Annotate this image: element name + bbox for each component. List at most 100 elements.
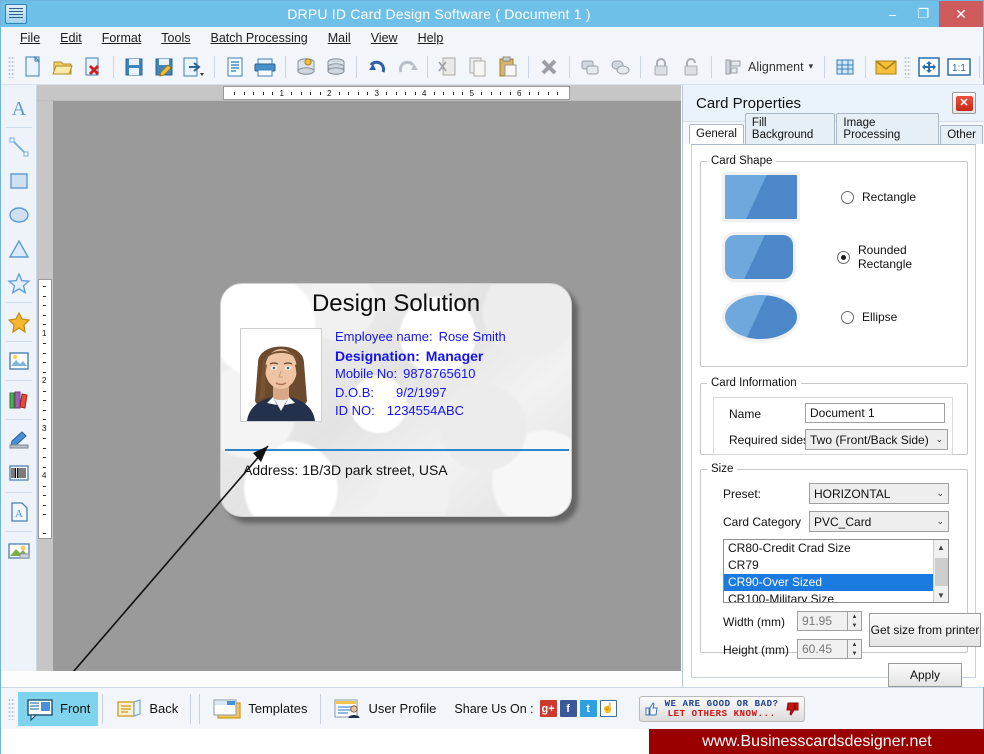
height-stepper[interactable]: 60.45 ▲ ▼ [797, 639, 862, 659]
lock-icon[interactable] [646, 53, 676, 81]
back-side-button[interactable]: Back [107, 692, 186, 726]
copy-icon[interactable] [463, 53, 493, 81]
facebook-icon[interactable]: f [559, 700, 577, 717]
save-as-icon[interactable] [149, 53, 179, 81]
menu-item-mail[interactable]: Mail [319, 29, 360, 47]
cut-icon[interactable] [433, 53, 463, 81]
close-document-icon[interactable] [78, 53, 108, 81]
menu-item-file[interactable]: File [11, 29, 49, 47]
database-icon[interactable] [321, 53, 351, 81]
actual-size-icon[interactable]: 1:1 [944, 53, 974, 81]
undo-icon[interactable] [362, 53, 392, 81]
ellipse-tool-icon[interactable] [3, 198, 35, 232]
ellipse-thumbnail[interactable] [725, 295, 797, 339]
website-banner[interactable]: www.Businesscardsdesigner.net [649, 729, 984, 754]
line-tool-icon[interactable] [3, 130, 35, 164]
shape-option-ellipse[interactable]: Ellipse [725, 295, 957, 339]
paste-icon[interactable] [493, 53, 523, 81]
tab-other[interactable]: Other [940, 125, 983, 144]
menu-item-view[interactable]: View [362, 29, 407, 47]
export-icon[interactable] [179, 53, 209, 81]
scroll-down-icon[interactable]: ▼ [934, 588, 948, 602]
get-size-from-printer-button[interactable]: Get size from printer [869, 613, 981, 647]
required-sides-select[interactable]: Two (Front/Back Side) ⌄ [805, 429, 948, 450]
width-input[interactable]: 91.95 [797, 611, 847, 631]
list-item[interactable]: CR79 [724, 557, 934, 574]
unlock-icon[interactable] [676, 53, 706, 81]
document-properties-icon[interactable] [220, 53, 250, 81]
fit-to-window-icon[interactable] [914, 53, 944, 81]
mail-icon[interactable] [871, 53, 901, 81]
bring-to-front-icon[interactable] [575, 53, 605, 81]
toolbar-grip-2[interactable] [904, 55, 912, 78]
shape-option-rectangle[interactable]: Rectangle [725, 175, 957, 219]
horizontal-ruler[interactable]: 1 2 3 4 5 6 [37, 85, 681, 101]
tab-image-processing[interactable]: Image Processing [836, 113, 940, 144]
triangle-tool-icon[interactable] [3, 232, 35, 266]
shape-option-rounded-rectangle[interactable]: Rounded Rectangle [725, 235, 957, 279]
barcode-library-icon[interactable] [3, 383, 35, 417]
spin-down-icon[interactable]: ▼ [848, 621, 861, 630]
width-stepper[interactable]: 91.95 ▲ ▼ [797, 611, 862, 631]
grid-icon[interactable] [830, 53, 860, 81]
tab-fill-background[interactable]: Fill Background [744, 113, 836, 144]
height-input[interactable]: 60.45 [797, 639, 847, 659]
tab-general[interactable]: General [689, 124, 744, 144]
google-plus-icon[interactable]: g+ [539, 700, 557, 717]
close-button[interactable]: ✕ [939, 1, 983, 27]
radio-rounded-rectangle[interactable] [837, 250, 850, 264]
menu-item-edit[interactable]: Edit [51, 29, 91, 47]
width-spin-buttons[interactable]: ▲ ▼ [847, 611, 862, 631]
list-item-selected[interactable]: CR90-Over Sized [724, 574, 934, 591]
shape-tool-icon[interactable] [3, 305, 35, 339]
picture-tool-icon[interactable] [3, 344, 35, 378]
employee-photo[interactable] [240, 328, 322, 422]
new-document-icon[interactable] [18, 53, 48, 81]
text-tool-icon[interactable]: A [3, 91, 35, 125]
design-canvas[interactable]: Design Solution Employee name: Rose Smit… [53, 101, 681, 671]
card-size-listbox[interactable]: CR80-Credit Crad Size CR79 CR90-Over Siz… [723, 539, 949, 603]
rectangle-thumbnail[interactable] [725, 175, 797, 219]
scroll-up-icon[interactable]: ▲ [934, 540, 948, 554]
toolbar-grip[interactable] [8, 55, 15, 78]
menu-item-batch-processing[interactable]: Batch Processing [201, 29, 316, 47]
send-to-back-icon[interactable] [605, 53, 635, 81]
spin-down-icon[interactable]: ▼ [848, 649, 861, 658]
height-spin-buttons[interactable]: ▲ ▼ [847, 639, 862, 659]
radio-ellipse[interactable] [841, 310, 854, 324]
restore-button[interactable]: ❐ [908, 1, 939, 27]
bottom-toolbar-grip[interactable] [8, 697, 15, 720]
minimize-button[interactable]: – [877, 1, 908, 27]
id-card-preview[interactable]: Design Solution Employee name: Rose Smit… [220, 283, 572, 517]
watermark-tool-icon[interactable]: A [3, 495, 35, 529]
open-folder-icon[interactable] [48, 53, 78, 81]
card-category-select[interactable]: PVC_Card ⌄ [809, 511, 949, 532]
front-side-button[interactable]: Front [18, 691, 99, 726]
rectangle-tool-icon[interactable] [3, 164, 35, 198]
database-gold-icon[interactable] [291, 53, 321, 81]
apply-button[interactable]: Apply [888, 663, 962, 687]
star-tool-icon[interactable] [3, 266, 35, 300]
scrollbar-thumb[interactable] [935, 558, 948, 586]
preset-select[interactable]: HORIZONTAL ⌄ [809, 483, 949, 504]
signature-tool-icon[interactable] [3, 422, 35, 456]
alignment-button[interactable]: Alignment ▾ [717, 53, 819, 81]
feedback-button[interactable]: WE ARE GOOD OR BAD? LET OTHERS KNOW... [638, 695, 805, 722]
like-icon[interactable]: ☝ [599, 700, 617, 717]
templates-button[interactable]: Templates [204, 692, 315, 726]
name-input[interactable]: Document 1 [805, 403, 945, 423]
menu-item-help[interactable]: Help [409, 29, 453, 47]
vertical-ruler[interactable]: 1 2 3 4 [37, 101, 53, 671]
spin-up-icon[interactable]: ▲ [848, 612, 861, 621]
list-item[interactable]: CR100-Military Size [724, 591, 934, 602]
delete-icon[interactable] [534, 53, 564, 81]
menu-item-tools[interactable]: Tools [152, 29, 199, 47]
twitter-icon[interactable]: t [579, 700, 597, 717]
spin-up-icon[interactable]: ▲ [848, 640, 861, 649]
redo-icon[interactable] [392, 53, 422, 81]
print-icon[interactable] [250, 53, 280, 81]
rounded-rectangle-thumbnail[interactable] [725, 235, 793, 279]
panel-close-button[interactable]: ✕ [952, 92, 976, 114]
radio-rectangle[interactable] [841, 190, 854, 204]
user-profile-button[interactable]: User Profile [325, 692, 445, 726]
